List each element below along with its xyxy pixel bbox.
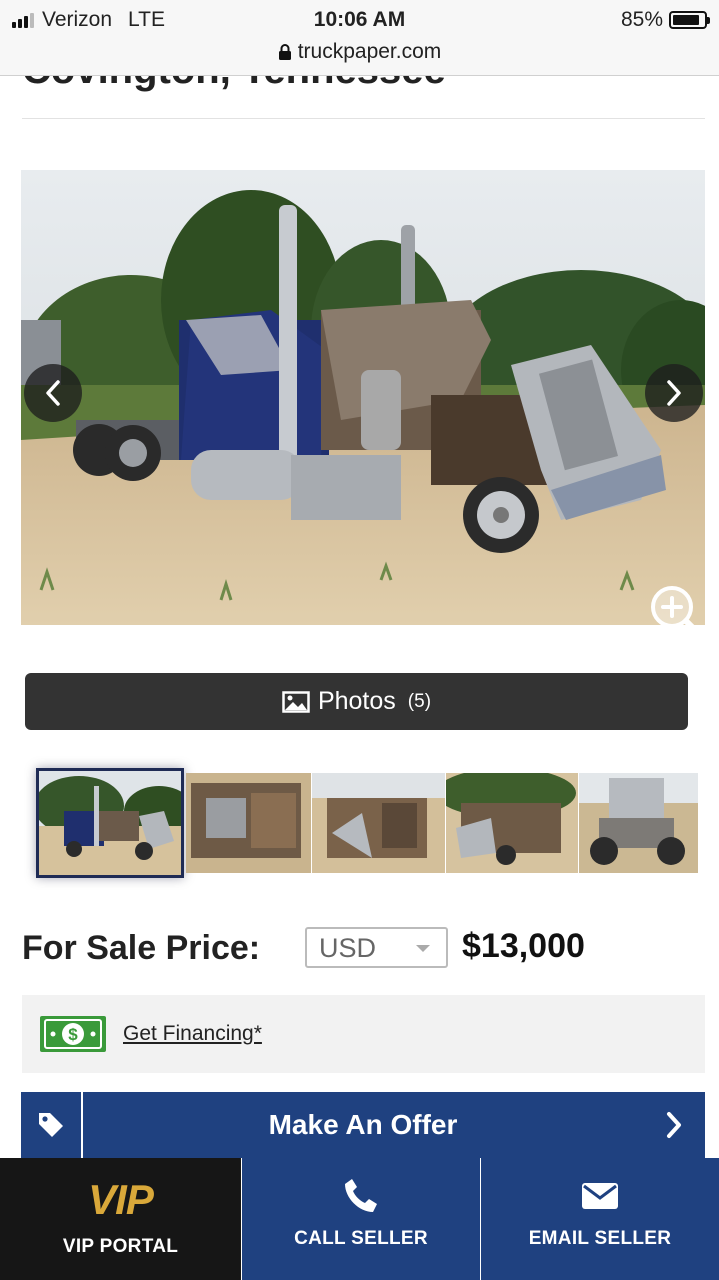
- status-bar: Verizon LTE 10:06 AM 85% truckpaper.com: [0, 0, 719, 76]
- tag-icon: [39, 1113, 63, 1137]
- price-value: $13,000: [462, 927, 585, 965]
- clock: 10:06 AM: [313, 8, 406, 31]
- battery-info: 85%: [620, 8, 710, 32]
- envelope-icon: [582, 1183, 618, 1209]
- phone-icon: [345, 1179, 377, 1212]
- zoom-button[interactable]: [648, 583, 704, 639]
- call-seller-label: CALL SELLER: [294, 1228, 428, 1249]
- thumbnail-5[interactable]: [579, 773, 698, 873]
- currency-select[interactable]: USD: [305, 927, 448, 968]
- tag-icon-box: [21, 1092, 83, 1158]
- chevron-right-icon: [667, 1112, 681, 1138]
- get-financing-link[interactable]: Get Financing*: [123, 1022, 262, 1046]
- price-row: For Sale Price: USD $13,000: [22, 925, 585, 971]
- lock-icon: [278, 44, 291, 60]
- photos-button[interactable]: Photos (5): [25, 673, 688, 730]
- chevron-left-icon: [46, 380, 60, 406]
- price-label: For Sale Price:: [22, 928, 261, 967]
- thumbnail-4[interactable]: [446, 773, 578, 873]
- image-icon: [282, 690, 310, 713]
- battery-percent: 85%: [620, 8, 663, 31]
- make-offer-button[interactable]: Make An Offer: [21, 1092, 705, 1158]
- battery-icon: [669, 11, 710, 29]
- svg-text:$: $: [68, 1025, 78, 1044]
- previous-photo-button[interactable]: [24, 364, 82, 422]
- next-photo-button[interactable]: [645, 364, 703, 422]
- email-seller-label: EMAIL SELLER: [528, 1228, 672, 1249]
- make-offer-label: Make An Offer: [268, 1109, 458, 1140]
- main-photo[interactable]: [21, 170, 705, 625]
- thumbnail-2[interactable]: [186, 773, 311, 873]
- photos-label: Photos: [317, 687, 396, 715]
- bottom-action-bar: VIP VIP PORTAL CALL SELLER EMAIL SELLER: [0, 1158, 719, 1280]
- call-seller-button[interactable]: CALL SELLER: [241, 1158, 480, 1280]
- thumbnail-3[interactable]: [312, 773, 445, 873]
- money-icon: $: [40, 1016, 106, 1052]
- url-text: truckpaper.com: [297, 40, 442, 63]
- divider: [22, 118, 705, 119]
- thumbnail-strip: [36, 768, 698, 878]
- vip-portal-label: VIP PORTAL: [62, 1236, 179, 1257]
- photos-count: (5): [407, 690, 432, 712]
- vip-logo: VIP: [88, 1176, 154, 1223]
- thumbnail-1[interactable]: [36, 768, 184, 878]
- zoom-in-icon: [651, 586, 701, 636]
- financing-box: $ Get Financing*: [22, 995, 705, 1073]
- email-seller-button[interactable]: EMAIL SELLER: [480, 1158, 719, 1280]
- chevron-right-icon: [667, 380, 681, 406]
- chevron-down-icon: [416, 945, 430, 952]
- currency-value: USD: [319, 933, 377, 963]
- vip-portal-button[interactable]: VIP VIP PORTAL: [0, 1158, 241, 1280]
- address-bar[interactable]: truckpaper.com: [0, 40, 719, 64]
